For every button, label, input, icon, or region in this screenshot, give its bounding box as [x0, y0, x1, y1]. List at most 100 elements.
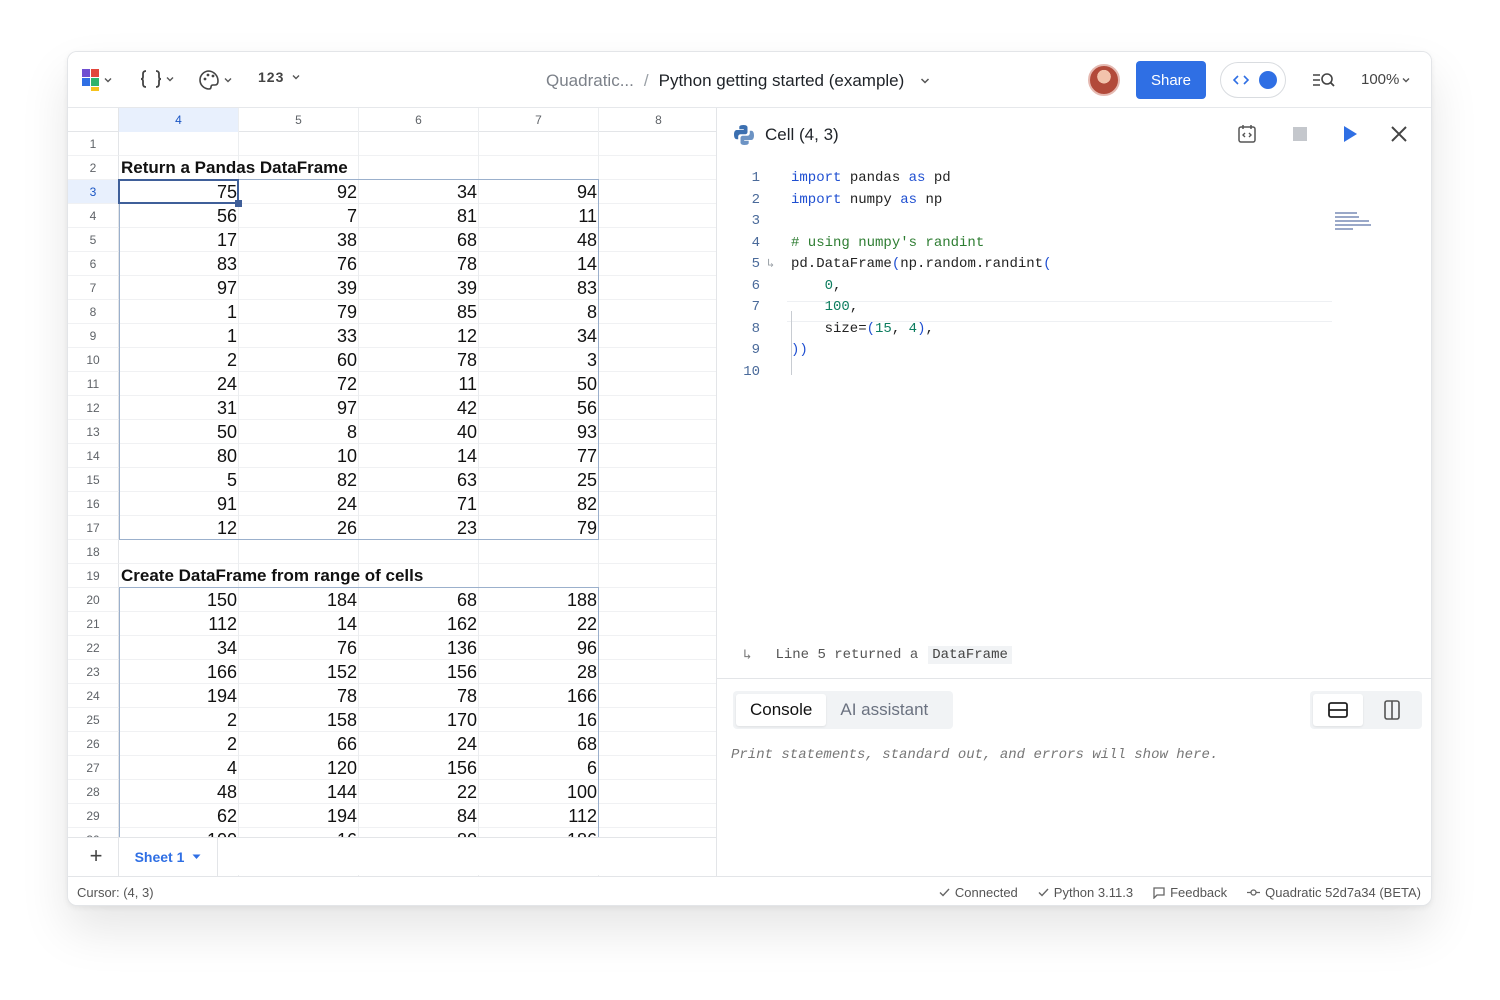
column-header[interactable]: 6: [359, 108, 479, 132]
grid-cell[interactable]: 85: [359, 300, 479, 324]
grid-cell[interactable]: 166: [119, 660, 239, 684]
grid-cell[interactable]: 112: [479, 804, 599, 828]
grid-cell[interactable]: 66: [239, 732, 359, 756]
grid-cell[interactable]: 12: [119, 516, 239, 540]
grid-cell[interactable]: 76: [239, 252, 359, 276]
grid-cell[interactable]: 14: [359, 444, 479, 468]
feedback-link[interactable]: Feedback: [1153, 885, 1227, 900]
grid-cell[interactable]: 60: [239, 348, 359, 372]
grid-cell[interactable]: 2: [119, 732, 239, 756]
grid-cell[interactable]: 12: [359, 324, 479, 348]
grid-cell[interactable]: 97: [239, 396, 359, 420]
grid-cell[interactable]: 23: [359, 516, 479, 540]
grid-cell[interactable]: 97: [119, 276, 239, 300]
grid-cell[interactable]: 81: [359, 204, 479, 228]
breadcrumb-parent[interactable]: Quadratic...: [546, 71, 634, 91]
grid-cell[interactable]: 68: [359, 588, 479, 612]
grid-cell[interactable]: 76: [239, 636, 359, 660]
share-button[interactable]: Share: [1136, 61, 1206, 99]
row-header[interactable]: 1: [68, 132, 119, 156]
code-view-toggle[interactable]: [1220, 62, 1286, 98]
row-header[interactable]: 22: [68, 636, 119, 660]
grid-cell[interactable]: 11: [479, 204, 599, 228]
tab-ai-assistant[interactable]: AI assistant: [826, 694, 942, 726]
grid-cell[interactable]: 42: [359, 396, 479, 420]
row-header[interactable]: 27: [68, 756, 119, 780]
grid-cell[interactable]: 34: [359, 180, 479, 204]
grid-cell[interactable]: 150: [119, 588, 239, 612]
grid-cell[interactable]: 39: [239, 276, 359, 300]
grid-cell[interactable]: 48: [119, 780, 239, 804]
grid-cell[interactable]: 48: [479, 228, 599, 252]
run-button[interactable]: [1340, 124, 1360, 149]
grid-cell[interactable]: 56: [119, 204, 239, 228]
grid-cell[interactable]: 68: [359, 228, 479, 252]
grid-cell[interactable]: 50: [479, 372, 599, 396]
grid-cell[interactable]: 68: [479, 732, 599, 756]
code-editor[interactable]: 1 import pandas as pd 2 import numpy as np…: [717, 160, 1431, 640]
grid-cell[interactable]: 100: [479, 780, 599, 804]
format-paint-button[interactable]: [198, 69, 232, 91]
row-header[interactable]: 21: [68, 612, 119, 636]
code-menu-button[interactable]: [140, 69, 174, 89]
file-name[interactable]: Python getting started (example): [659, 71, 905, 91]
row-header[interactable]: 2: [68, 156, 119, 180]
row-header[interactable]: 14: [68, 444, 119, 468]
row-header[interactable]: 11: [68, 372, 119, 396]
grid-cell[interactable]: 50: [119, 420, 239, 444]
grid-cell[interactable]: 38: [239, 228, 359, 252]
layout-vertical-button[interactable]: [1367, 694, 1417, 726]
grid-cell[interactable]: 78: [359, 348, 479, 372]
grid-cell[interactable]: 22: [359, 780, 479, 804]
row-header[interactable]: 23: [68, 660, 119, 684]
grid-cell[interactable]: 93: [479, 420, 599, 444]
grid-cell[interactable]: 82: [479, 492, 599, 516]
avatar[interactable]: [1088, 64, 1120, 96]
grid-cell[interactable]: 25: [479, 468, 599, 492]
row-header[interactable]: 25: [68, 708, 119, 732]
row-header[interactable]: 3: [68, 180, 119, 204]
grid-cell[interactable]: 71: [359, 492, 479, 516]
grid-cell[interactable]: 156: [359, 756, 479, 780]
grid-cell[interactable]: 39: [359, 276, 479, 300]
grid-cell[interactable]: 62: [119, 804, 239, 828]
row-header[interactable]: 4: [68, 204, 119, 228]
grid-cell[interactable]: 24: [119, 372, 239, 396]
search-button[interactable]: [1312, 71, 1336, 94]
row-header[interactable]: 16: [68, 492, 119, 516]
grid-cell[interactable]: 112: [119, 612, 239, 636]
spreadsheet-grid[interactable]: 45678 1 2 3 4 5 6 7 8 9 10 11 12 13 14 15 16 17 18 19 20 21 2…: [68, 108, 716, 876]
fill-handle[interactable]: [235, 200, 242, 207]
grid-cell[interactable]: 136: [359, 636, 479, 660]
grid-cell[interactable]: 5: [119, 468, 239, 492]
row-header[interactable]: 9: [68, 324, 119, 348]
row-header[interactable]: 8: [68, 300, 119, 324]
grid-corner[interactable]: [68, 108, 119, 132]
tab-console[interactable]: Console: [736, 694, 827, 726]
grid-cell[interactable]: 82: [239, 468, 359, 492]
stop-button[interactable]: [1290, 124, 1310, 149]
grid-cell[interactable]: 56: [479, 396, 599, 420]
row-header[interactable]: 26: [68, 732, 119, 756]
row-header[interactable]: 13: [68, 420, 119, 444]
zoom-dropdown[interactable]: 100%: [1361, 71, 1410, 88]
grid-cell[interactable]: 24: [239, 492, 359, 516]
grid-cell[interactable]: 10: [239, 444, 359, 468]
grid-cell[interactable]: 158: [239, 708, 359, 732]
grid-cell[interactable]: 184: [239, 588, 359, 612]
caret-down-icon[interactable]: [192, 854, 201, 860]
grid-cell[interactable]: 63: [359, 468, 479, 492]
row-header[interactable]: 29: [68, 804, 119, 828]
grid-cell[interactable]: 166: [479, 684, 599, 708]
row-header[interactable]: 28: [68, 780, 119, 804]
grid-cell[interactable]: 78: [359, 684, 479, 708]
grid-cell[interactable]: 22: [479, 612, 599, 636]
grid-cell[interactable]: 7: [239, 204, 359, 228]
grid-cell[interactable]: 72: [239, 372, 359, 396]
row-header[interactable]: 20: [68, 588, 119, 612]
grid-cell[interactable]: 16: [479, 708, 599, 732]
row-header[interactable]: 7: [68, 276, 119, 300]
grid-cell[interactable]: 33: [239, 324, 359, 348]
grid-cell[interactable]: 91: [119, 492, 239, 516]
grid-cell[interactable]: 83: [479, 276, 599, 300]
